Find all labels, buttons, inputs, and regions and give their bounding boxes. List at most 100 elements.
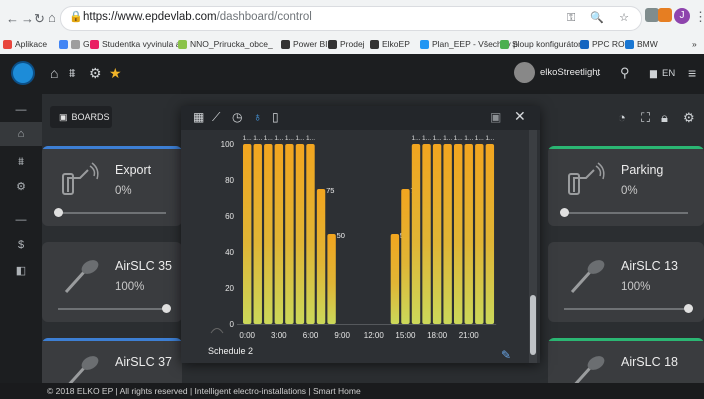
brightness-slider[interactable] <box>54 208 166 217</box>
brightness-slider[interactable] <box>564 304 693 313</box>
schedule-bar[interactable] <box>274 144 284 324</box>
app-logo[interactable] <box>13 63 33 83</box>
street-lamp-icon <box>566 354 608 383</box>
bookmark-icon <box>370 39 379 49</box>
chevron-down-icon[interactable]: ⌄ <box>594 68 602 79</box>
bookmark-item[interactable]: G <box>71 39 90 49</box>
schedule-bar[interactable] <box>243 144 252 324</box>
gear-icon[interactable]: ⚙ <box>89 65 102 82</box>
save-icon[interactable]: ▣ <box>490 110 501 124</box>
schedule-bar[interactable] <box>390 234 400 324</box>
schedule-bar[interactable] <box>295 144 305 324</box>
brightness-slider[interactable] <box>58 304 171 313</box>
address-bar-icons[interactable]: ⚿ 🔍 ☆ <box>567 11 635 25</box>
reload-icon[interactable]: ↻ <box>34 11 45 27</box>
settings-icon[interactable]: ⚙ <box>683 110 695 126</box>
star-icon[interactable]: ★ <box>109 65 122 82</box>
sidebar-item-settings[interactable]: ⚙ <box>0 180 42 193</box>
schedule-bar[interactable] <box>432 144 442 324</box>
language-label[interactable]: EN <box>662 68 675 79</box>
extension-icon[interactable] <box>645 8 659 22</box>
device-card[interactable]: AirSLC 35 100% <box>42 242 182 322</box>
bed-icon[interactable]: ⩩ <box>69 66 75 81</box>
bookmark-item[interactable]: Studentka vyvinula a <box>90 39 180 49</box>
schedule-bar[interactable] <box>485 144 495 324</box>
schedule-bar[interactable] <box>253 144 262 324</box>
bookmark-item[interactable]: Prodej <box>328 39 365 49</box>
grid-icon[interactable]: ▦ <box>193 110 204 124</box>
street-lamp-icon <box>566 258 608 294</box>
schedule-bar[interactable] <box>443 144 452 324</box>
doc-icon[interactable]: ▯ <box>272 110 279 124</box>
profile-avatar[interactable]: J <box>674 8 690 24</box>
avatar[interactable] <box>514 62 535 83</box>
bookmark-item[interactable]: PPC ROI <box>580 39 627 49</box>
slider-knob[interactable] <box>560 208 569 217</box>
fullscreen-icon[interactable]: ⛶ <box>641 110 650 126</box>
bookmark-item[interactable]: Aplikace <box>3 39 47 49</box>
schedule-bar[interactable] <box>316 189 326 324</box>
schedule-bar[interactable] <box>475 144 484 324</box>
search-icon[interactable]: ⚲ <box>620 65 630 81</box>
extension-icon[interactable] <box>658 8 672 22</box>
schedule-bar[interactable] <box>464 144 473 324</box>
username[interactable]: elkoStreetlight <box>540 67 600 78</box>
device-card[interactable]: Export 0% <box>42 146 182 226</box>
bookmark-item[interactable]: BMW <box>625 39 658 49</box>
dollar-icon: $ <box>17 239 25 251</box>
hamburger-menu-icon[interactable]: ≡ <box>688 65 696 81</box>
slider-knob[interactable] <box>54 208 63 217</box>
bookmark-label: ElkoEP <box>382 39 410 49</box>
bookmark-item[interactable]: Sloup konfigurátor <box>500 39 581 49</box>
trend-icon[interactable]: ⟋ <box>212 110 220 125</box>
palette-icon[interactable]: ◔ <box>618 110 626 125</box>
bar-top-label: 1... <box>295 135 304 142</box>
sidebar-item-home[interactable]: ⌂ <box>0 122 42 146</box>
bookmarks-more[interactable]: » <box>692 39 697 49</box>
bookmark-label: NNO_Prirucka_obce_ <box>190 39 273 49</box>
device-card[interactable]: AirSLC 13 100% <box>548 242 704 322</box>
slider-knob[interactable] <box>162 304 171 313</box>
bookmark-item[interactable]: ElkoEP <box>370 39 410 49</box>
gear-icon: ⚙ <box>16 181 26 193</box>
scrollbar-thumb[interactable] <box>530 295 536 355</box>
schedule-chart[interactable]: 0 20 40 60 80 100 0:00 3:00 6:00 9:00 12:00 15:00 18… <box>181 130 529 363</box>
card-title: AirSLC 13 <box>621 259 678 273</box>
home-icon[interactable]: ⌂ <box>50 65 58 81</box>
schedule-bar[interactable] <box>306 144 315 324</box>
address-bar[interactable]: 🔒 https://www.epdevlab.com/dashboard/con… <box>60 6 642 31</box>
brightness-slider[interactable] <box>560 208 688 217</box>
schedule-bar[interactable] <box>264 144 273 324</box>
schedule-bar[interactable] <box>401 189 410 324</box>
sidebar-item-bed[interactable]: ⩩ <box>0 156 42 169</box>
bar-data-label: 75 <box>326 186 334 195</box>
device-card[interactable]: AirSLC 18 <box>548 338 704 383</box>
slider-knob[interactable] <box>684 304 693 313</box>
schedule-bar[interactable] <box>422 144 431 324</box>
schedule-bar[interactable] <box>454 144 463 324</box>
device-card[interactable]: Parking 0% <box>548 146 704 226</box>
schedule-bar[interactable] <box>411 144 421 324</box>
bulb-icon[interactable]: ♁ <box>253 110 262 124</box>
boards-button[interactable]: ▣ BOARDS <box>50 106 112 128</box>
schedule-bar[interactable] <box>327 234 336 324</box>
schedule-bar[interactable] <box>285 144 294 324</box>
modal-scrollbar[interactable] <box>529 130 537 363</box>
lock-icon[interactable]: 🔒︎ <box>661 110 668 126</box>
bookmark-icon <box>90 39 99 49</box>
forward-icon[interactable]: → <box>21 11 34 26</box>
home-icon[interactable]: ⌂ <box>48 10 56 25</box>
bookmark-item[interactable]: NNO_Prirucka_obce_ <box>178 39 273 49</box>
close-icon[interactable]: ✕ <box>514 108 526 125</box>
back-icon[interactable]: ← <box>6 11 19 26</box>
flag-icon[interactable]: ▆ <box>650 68 657 79</box>
history-icon[interactable]: ◷ <box>232 110 242 124</box>
bookmark-icon <box>420 39 429 49</box>
bookmark-item[interactable]: Power BI <box>281 39 328 49</box>
sidebar-item-panel[interactable]: ◧ <box>0 264 42 277</box>
device-card[interactable]: AirSLC 37 <box>42 338 182 383</box>
zoom-handle-icon[interactable] <box>210 328 224 334</box>
menu-dots-icon[interactable]: ⋮ <box>694 9 704 25</box>
edit-icon[interactable]: ✎ <box>501 348 511 362</box>
sidebar-item-finance[interactable]: $ <box>0 239 42 251</box>
